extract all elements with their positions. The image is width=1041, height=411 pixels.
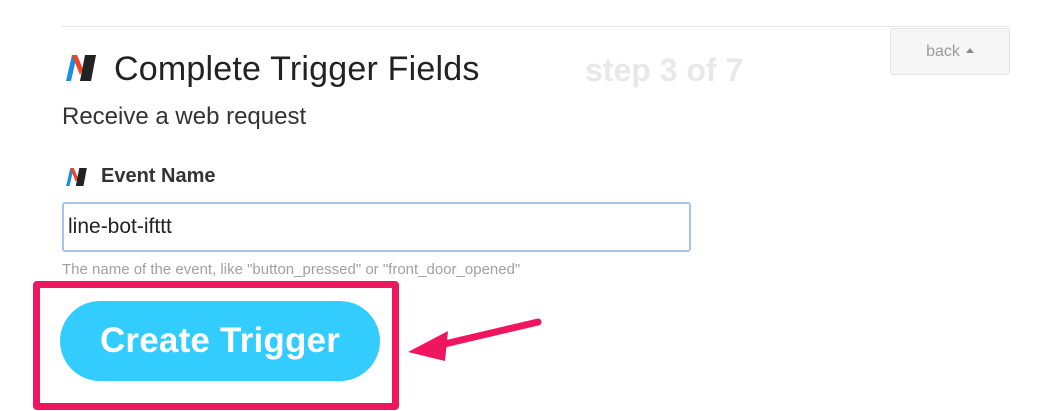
event-name-help-text: The name of the event, like "button_pres… [62, 261, 521, 278]
caret-up-icon [965, 48, 974, 53]
trigger-subtitle: Receive a web request [62, 103, 307, 130]
step-indicator: step 3 of 7 [585, 52, 744, 88]
event-name-label: Event Name [101, 165, 216, 187]
field-service-icon [66, 168, 87, 186]
service-logo-icon [66, 55, 96, 81]
back-label: back [926, 42, 960, 60]
back-button[interactable]: back [890, 28, 1010, 75]
page-title: Complete Trigger Fields [114, 50, 480, 88]
create-trigger-button[interactable]: Create Trigger [60, 301, 380, 381]
arrow-pointer-icon [408, 318, 542, 361]
top-divider [62, 26, 1010, 27]
event-name-input[interactable] [62, 202, 691, 252]
